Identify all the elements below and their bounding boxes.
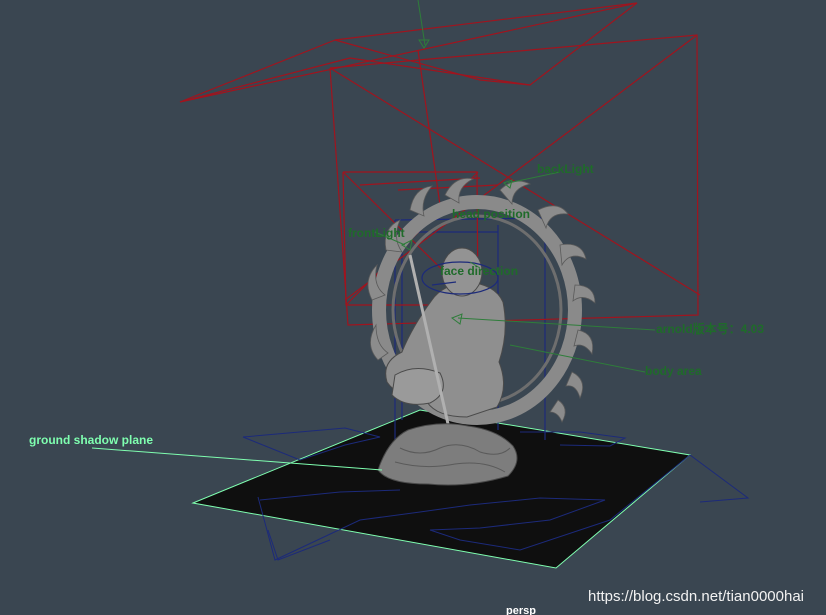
arnold-version-label: arnold版本号：4.03 [656,321,764,336]
head-position-label: head position [452,207,530,221]
camera-name-label: persp [506,605,536,615]
body-area-label: body area [645,364,702,378]
back-light-label: backLight [537,162,594,176]
face-direction-label: face direction [440,264,518,278]
watermark-text: https://blog.csdn.net/tian0000hai [588,588,804,605]
ground-shadow-plane-label: ground shadow plane [29,433,153,447]
maya-persp-viewport[interactable]: backLight head position frontLight face … [0,0,826,615]
front-light-label: frontLight [348,226,405,240]
spotlight-aim-line [417,0,426,46]
